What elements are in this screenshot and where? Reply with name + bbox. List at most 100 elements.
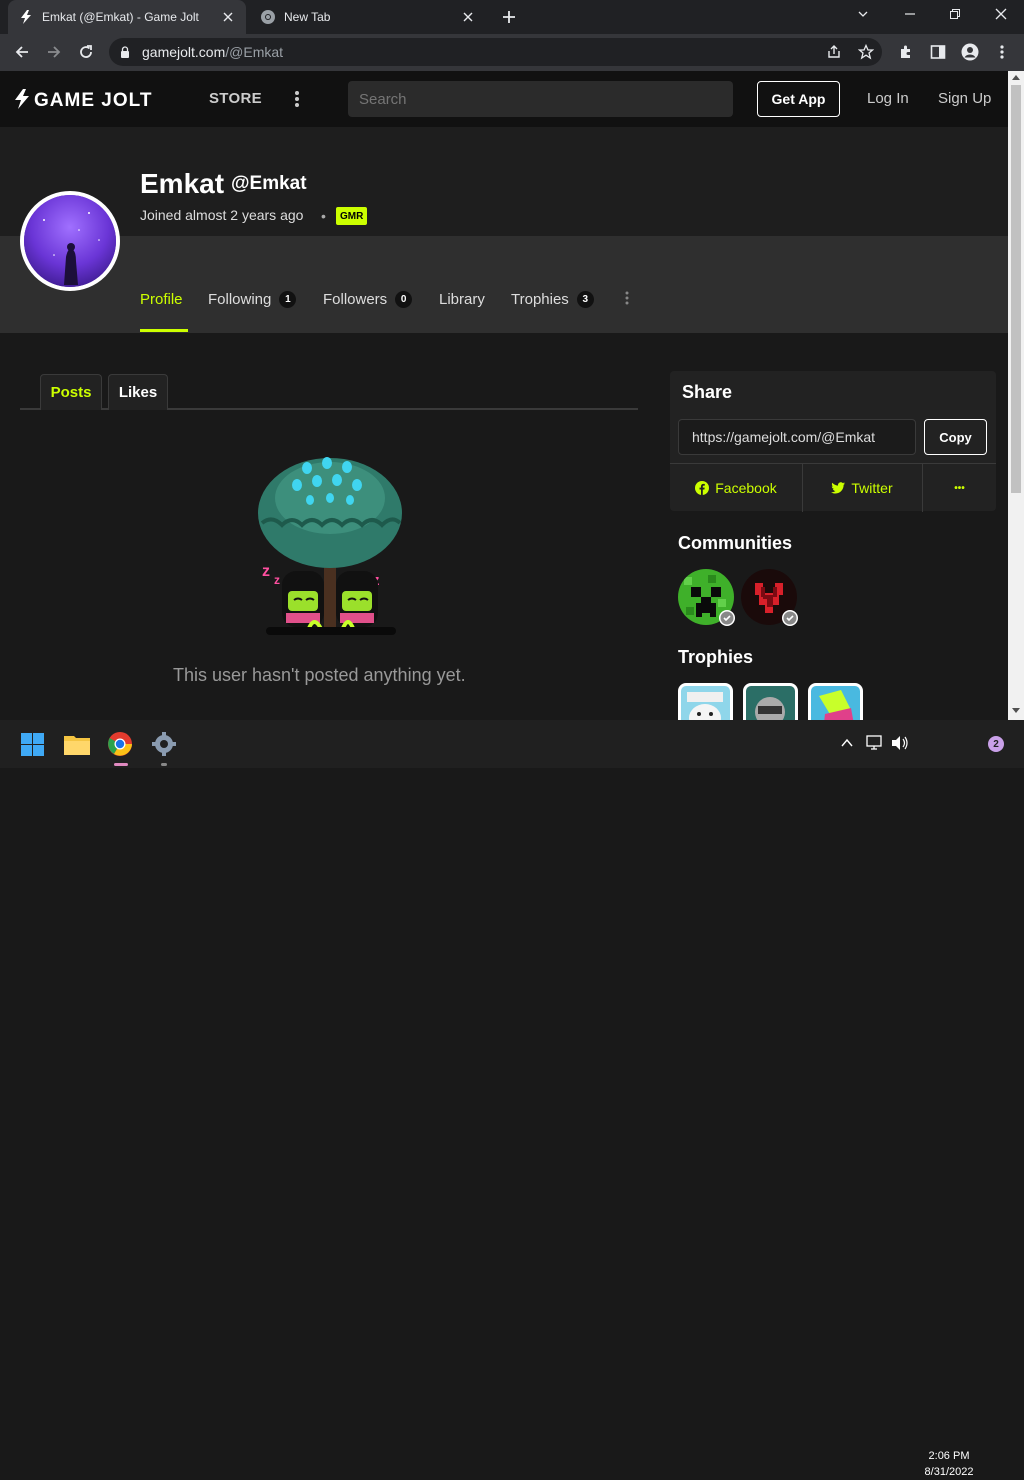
tab-label: Trophies [511, 291, 569, 308]
following-count: 1 [279, 291, 297, 308]
svg-text:z: z [262, 563, 270, 580]
separator-dot: • [321, 208, 326, 224]
tab-title: New Tab [284, 10, 331, 24]
followers-count: 0 [395, 291, 413, 308]
tab-likes[interactable]: Likes [108, 374, 168, 410]
tab-trophies[interactable]: Trophies 3 [511, 291, 594, 308]
facebook-icon [695, 481, 710, 495]
share-page-icon[interactable] [824, 42, 844, 62]
settings-gear-icon[interactable] [152, 732, 176, 756]
close-tab-icon[interactable] [220, 9, 236, 25]
tab-label: Followers [323, 291, 388, 308]
facebook-label: Facebook [715, 480, 777, 496]
tab-followers[interactable]: Followers 0 [323, 291, 413, 308]
trophy-item[interactable] [808, 683, 863, 720]
sleeping-tree-illustration: z z z [252, 453, 407, 639]
twitter-label: Twitter [851, 480, 893, 496]
clock-date: 8/31/2022 [924, 1466, 974, 1478]
close-window-icon[interactable] [991, 4, 1011, 24]
scroll-up-arrow-icon[interactable] [1012, 74, 1020, 80]
facebook-share-button[interactable]: Facebook [670, 464, 802, 512]
twitter-share-button[interactable]: Twitter [803, 464, 921, 512]
profile-more-icon[interactable] [624, 291, 630, 305]
browser-tab[interactable]: New Tab [250, 0, 486, 34]
get-app-button[interactable]: Get App [757, 81, 840, 117]
avatar[interactable] [20, 191, 120, 291]
file-explorer-icon[interactable] [64, 733, 90, 755]
gamejolt-logo[interactable]: GAME JOLT [14, 88, 180, 110]
chrome-icon[interactable] [108, 732, 132, 756]
new-tab-icon[interactable] [499, 7, 519, 27]
volume-icon[interactable] [891, 735, 909, 751]
tab-label: Library [439, 291, 485, 308]
browser-toolbar: gamejolt.com/@Emkat [0, 34, 1024, 71]
login-link[interactable]: Log In [867, 90, 909, 107]
back-icon[interactable] [12, 42, 32, 62]
restore-icon[interactable] [945, 4, 965, 24]
close-tab-icon[interactable] [460, 9, 476, 25]
reload-icon[interactable] [76, 42, 96, 62]
taskbar-clock[interactable]: 2:06 PM 8/31/2022 [920, 1448, 978, 1480]
web-page: GAME JOLT STORE Get App Log In Sign Up [0, 71, 1008, 720]
browser-tab-active[interactable]: Emkat (@Emkat) - Game Jolt [8, 0, 246, 34]
address-bar[interactable]: gamejolt.com/@Emkat [109, 38, 882, 66]
clock-time: 2:06 PM [928, 1450, 970, 1462]
communities-title: Communities [678, 533, 793, 553]
share-buttons: Facebook Twitter ••• [670, 463, 996, 512]
tab-search-chevron-icon[interactable] [853, 4, 873, 24]
running-app-indicator [161, 763, 167, 766]
trophy-item[interactable] [678, 683, 733, 720]
url-host: gamejolt.com [142, 44, 226, 60]
share-title: Share [682, 382, 733, 402]
browser-tab-strip: Emkat (@Emkat) - Game Jolt New Tab [0, 0, 1024, 34]
active-tab-indicator [140, 329, 188, 332]
tray-chevron-up-icon[interactable] [841, 738, 853, 748]
tab-label: Following [208, 291, 272, 308]
verified-icon [782, 610, 798, 626]
chrome-favicon-icon [260, 9, 276, 25]
more-menu-icon[interactable] [293, 90, 301, 108]
trophies-count: 3 [576, 291, 594, 308]
profile-icon[interactable] [960, 42, 980, 62]
notification-badge[interactable]: 2 [988, 736, 1004, 752]
site-header: GAME JOLT STORE Get App Log In Sign Up [0, 71, 1008, 127]
twitter-icon [831, 482, 846, 494]
minimize-icon[interactable] [900, 4, 920, 24]
gamejolt-favicon-icon [18, 9, 34, 25]
scroll-down-arrow-icon[interactable] [1012, 708, 1020, 714]
share-url-field[interactable]: https://gamejolt.com/@Emkat [678, 419, 916, 455]
lock-icon[interactable] [120, 46, 130, 58]
windows-start-icon[interactable] [21, 733, 44, 756]
svg-text:z: z [274, 573, 280, 587]
verified-icon [719, 610, 735, 626]
tab-profile[interactable]: Profile [140, 291, 183, 308]
copy-button[interactable]: Copy [924, 419, 987, 455]
more-share-button[interactable]: ••• [923, 464, 996, 512]
profile-nav-bar [0, 236, 1008, 333]
extensions-puzzle-icon[interactable] [896, 42, 916, 62]
logo-text: GAME JOLT [34, 90, 152, 110]
tab-following[interactable]: Following 1 [208, 291, 297, 308]
gmr-badge[interactable]: GMR [336, 207, 368, 225]
forward-icon[interactable] [44, 42, 64, 62]
tab-library[interactable]: Library [439, 291, 485, 308]
tab-title: Emkat (@Emkat) - Game Jolt [42, 10, 199, 24]
signup-link[interactable]: Sign Up [938, 90, 991, 107]
trophies-title: Trophies [678, 647, 754, 667]
page-scrollbar[interactable] [1008, 71, 1024, 720]
store-link[interactable]: STORE [209, 90, 262, 107]
browser-menu-icon[interactable] [992, 42, 1012, 62]
joined-date: Joined almost 2 years ago [140, 207, 304, 223]
trophy-item[interactable] [743, 683, 798, 720]
url-text[interactable]: gamejolt.com/@Emkat [142, 44, 283, 60]
side-panel-icon[interactable] [928, 42, 948, 62]
windows-taskbar: 2:06 PM 8/31/2022 2 [0, 720, 1024, 1478]
bookmark-star-icon[interactable] [856, 42, 876, 62]
search-input[interactable] [348, 81, 733, 117]
profile-handle: @Emkat [231, 173, 307, 194]
tab-label: Profile [140, 291, 183, 308]
tab-posts[interactable]: Posts [40, 374, 102, 410]
network-icon[interactable] [866, 735, 884, 751]
url-path: /@Emkat [225, 44, 284, 60]
scrollbar-thumb[interactable] [1011, 85, 1021, 493]
